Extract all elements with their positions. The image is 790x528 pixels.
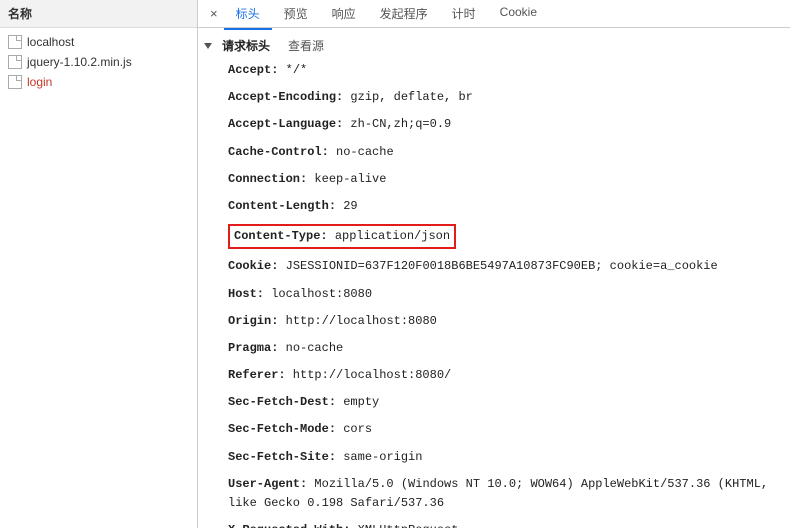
header-value: http://localhost:8080 xyxy=(278,314,436,328)
header-key: Origin: xyxy=(228,314,278,328)
header-key: Accept-Language: xyxy=(228,117,343,131)
header-key: Sec-Fetch-Dest: xyxy=(228,395,336,409)
header-row: Sec-Fetch-Mode: cors xyxy=(226,416,786,443)
header-value: XMLHttpRequest xyxy=(350,523,458,528)
header-key: User-Agent: xyxy=(228,477,307,491)
panel-body[interactable]: 请求标头 查看源 Accept: */*Accept-Encoding: gzi… xyxy=(198,28,790,528)
caret-down-icon xyxy=(204,43,212,49)
tab-预览[interactable]: 预览 xyxy=(272,0,320,30)
header-value: http://localhost:8080/ xyxy=(286,368,452,382)
header-row: Referer: http://localhost:8080/ xyxy=(226,362,786,389)
file-label: localhost xyxy=(27,35,74,49)
header-key: Content-Length: xyxy=(228,199,336,213)
header-value: no-cache xyxy=(278,341,343,355)
header-key: Connection: xyxy=(228,172,307,186)
file-icon xyxy=(8,35,22,49)
header-value: JSESSIONID=637F120F0018B6BE5497A10873FC9… xyxy=(278,259,717,273)
header-row: Accept: */* xyxy=(226,57,786,84)
header-row: Sec-Fetch-Dest: empty xyxy=(226,389,786,416)
header-key: Cache-Control: xyxy=(228,145,329,159)
file-label: jquery-1.10.2.min.js xyxy=(27,55,132,69)
tabs-bar: × 标头预览响应发起程序计时Cookie xyxy=(198,0,790,28)
file-label: login xyxy=(27,75,52,89)
sidebar: 名称 localhost jquery-1.10.2.min.js login xyxy=(0,0,198,528)
header-value: empty xyxy=(336,395,379,409)
header-row: Origin: http://localhost:8080 xyxy=(226,308,786,335)
header-value: gzip, deflate, br xyxy=(343,90,473,104)
header-row: X-Requested-With: XMLHttpRequest xyxy=(226,517,786,528)
request-headers-list: Accept: */*Accept-Encoding: gzip, deflat… xyxy=(202,57,786,528)
header-row: Pragma: no-cache xyxy=(226,335,786,362)
header-key: Host: xyxy=(228,287,264,301)
header-value: 29 xyxy=(336,199,358,213)
file-icon xyxy=(8,75,22,89)
header-row: User-Agent: Mozilla/5.0 (Windows NT 10.0… xyxy=(226,471,786,517)
header-key: Content-Type: xyxy=(234,229,328,243)
header-value: localhost:8080 xyxy=(264,287,372,301)
header-key: Referer: xyxy=(228,368,286,382)
header-value: cors xyxy=(336,422,372,436)
file-item[interactable]: jquery-1.10.2.min.js xyxy=(0,52,197,72)
header-row: Accept-Language: zh-CN,zh;q=0.9 xyxy=(226,111,786,138)
tab-计时[interactable]: 计时 xyxy=(440,0,488,30)
header-key: Cookie: xyxy=(228,259,278,273)
header-row: Content-Length: 29 xyxy=(226,193,786,220)
header-key: Accept: xyxy=(228,63,278,77)
header-key: Sec-Fetch-Site: xyxy=(228,450,336,464)
header-value: keep-alive xyxy=(307,172,386,186)
file-icon xyxy=(8,55,22,69)
section-request-headers-header[interactable]: 请求标头 查看源 xyxy=(202,34,786,57)
main-panel: × 标头预览响应发起程序计时Cookie 请求标头 查看源 Accept: */… xyxy=(198,0,790,528)
header-row: Cache-Control: no-cache xyxy=(226,139,786,166)
header-row: Connection: keep-alive xyxy=(226,166,786,193)
file-item[interactable]: login xyxy=(0,72,197,92)
header-row: Sec-Fetch-Site: same-origin xyxy=(226,444,786,471)
file-list: localhost jquery-1.10.2.min.js login xyxy=(0,28,197,96)
tab-响应[interactable]: 响应 xyxy=(320,0,368,30)
close-icon[interactable]: × xyxy=(204,6,224,21)
header-value: zh-CN,zh;q=0.9 xyxy=(343,117,451,131)
header-key: Sec-Fetch-Mode: xyxy=(228,422,336,436)
file-item[interactable]: localhost xyxy=(0,32,197,52)
header-row: Cookie: JSESSIONID=637F120F0018B6BE5497A… xyxy=(226,253,786,280)
header-value: application/json xyxy=(328,229,450,243)
tab-标头[interactable]: 标头 xyxy=(224,0,272,30)
header-row: Accept-Encoding: gzip, deflate, br xyxy=(226,84,786,111)
view-source-link[interactable]: 查看源 xyxy=(288,37,324,54)
section-title-request-headers: 请求标头 xyxy=(222,37,270,54)
header-key: Accept-Encoding: xyxy=(228,90,343,104)
header-key: X-Requested-With: xyxy=(228,523,350,528)
tab-Cookie[interactable]: Cookie xyxy=(488,0,549,30)
header-row: Host: localhost:8080 xyxy=(226,281,786,308)
section-request-headers: 请求标头 查看源 Accept: */*Accept-Encoding: gzi… xyxy=(202,34,786,528)
sidebar-header-name: 名称 xyxy=(0,0,197,28)
header-key: Pragma: xyxy=(228,341,278,355)
tab-发起程序[interactable]: 发起程序 xyxy=(368,0,440,30)
header-value: */* xyxy=(278,63,307,77)
header-value: same-origin xyxy=(336,450,422,464)
header-value: no-cache xyxy=(329,145,394,159)
header-row: Content-Type: application/json xyxy=(226,220,786,253)
header-value: Mozilla/5.0 (Windows NT 10.0; WOW64) App… xyxy=(228,477,768,510)
